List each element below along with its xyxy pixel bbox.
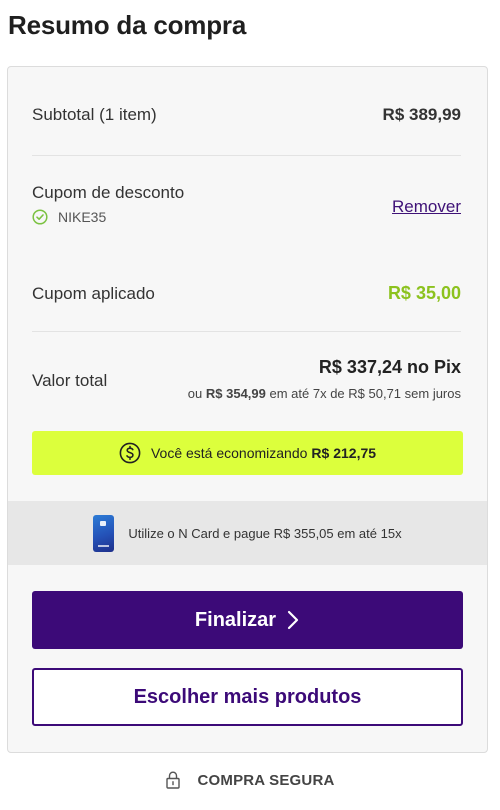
coupon-row: Cupom de desconto NIKE35 Remover xyxy=(32,183,461,225)
chevron-right-icon xyxy=(287,610,299,630)
ncard-text: Utilize o N Card e pague R$ 355,05 em at… xyxy=(128,525,402,541)
secure-text: COMPRA SEGURA xyxy=(197,771,335,789)
savings-amount: R$ 212,75 xyxy=(311,445,377,461)
secure-purchase: COMPRA SEGURA xyxy=(0,770,500,790)
coupon-applied-label: Cupom aplicado xyxy=(32,283,155,303)
divider xyxy=(32,331,461,332)
ncard-promo: Utilize o N Card e pague R$ 355,05 em at… xyxy=(8,501,487,565)
installments-suffix: em até 7x de R$ 50,71 sem juros xyxy=(269,386,462,401)
choose-more-label: Escolher mais produtos xyxy=(133,685,362,708)
installments-price: R$ 354,99 xyxy=(205,386,266,401)
divider xyxy=(32,155,461,156)
lock-icon xyxy=(166,771,181,789)
total-label: Valor total xyxy=(32,371,108,390)
total-pix-price: R$ 337,24 no Pix xyxy=(318,357,461,377)
dollar-circle-icon xyxy=(119,442,141,464)
coupon-code-text: NIKE35 xyxy=(58,209,107,225)
installments-prefix: ou xyxy=(187,386,203,401)
savings-text: Você está economizando xyxy=(150,445,308,461)
choose-more-products-button[interactable]: Escolher mais produtos xyxy=(32,668,463,726)
finalize-label: Finalizar xyxy=(194,608,277,631)
n-card-icon xyxy=(93,514,115,552)
coupon-applied-row: Cupom aplicado R$ 35,00 xyxy=(32,283,461,304)
page-title: Resumo da compra xyxy=(8,10,247,40)
subtotal-row: Subtotal (1 item) R$ 389,99 xyxy=(32,105,461,125)
subtotal-label: Subtotal (1 item) xyxy=(32,105,157,124)
purchase-summary-card: Subtotal (1 item) R$ 389,99 Cupom de des… xyxy=(7,66,488,753)
coupon-applied-value: R$ 35,00 xyxy=(387,283,461,303)
finalize-button[interactable]: Finalizar xyxy=(32,591,463,649)
remove-coupon-link[interactable]: Remover xyxy=(392,197,461,217)
total-installments: ou R$ 354,99 em até 7x de R$ 50,71 sem j… xyxy=(188,386,461,401)
subtotal-value: R$ 389,99 xyxy=(382,105,461,124)
check-circle-icon xyxy=(32,209,48,225)
savings-banner: Você está economizando R$ 212,75 xyxy=(32,431,463,475)
